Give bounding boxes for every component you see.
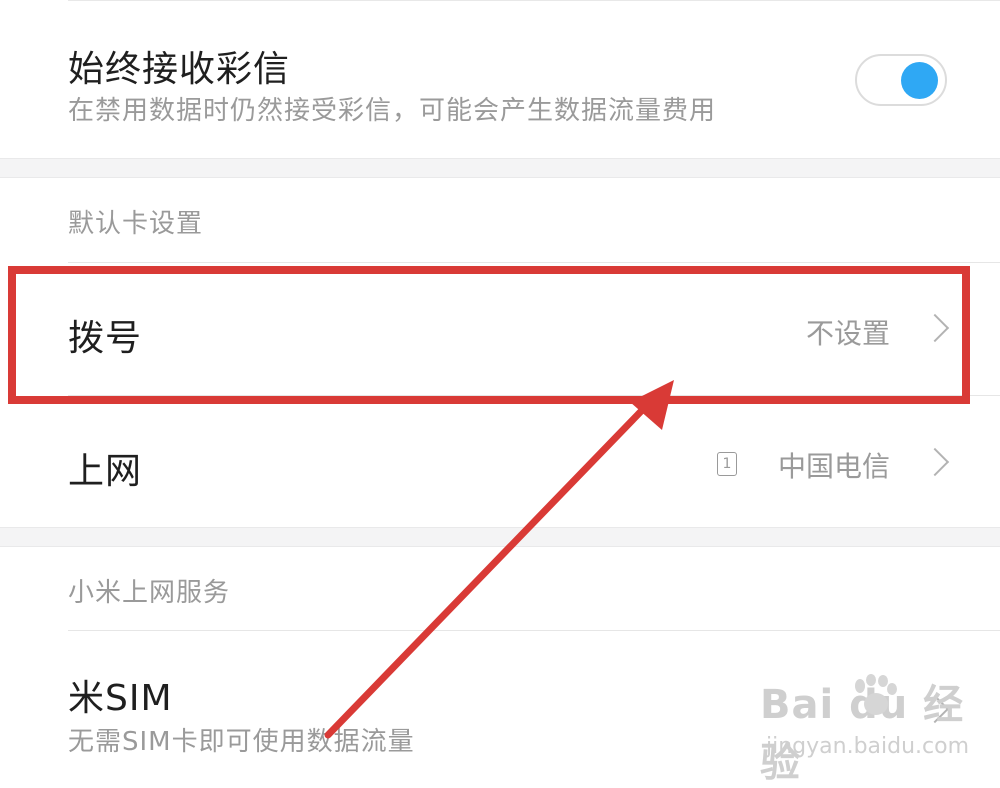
chevron-right-icon	[920, 694, 950, 724]
data-label: 上网	[68, 451, 143, 492]
section-gap	[0, 527, 1000, 547]
chevron-right-icon	[920, 447, 950, 477]
section-gap	[0, 158, 1000, 178]
mms-toggle-switch[interactable]	[855, 54, 947, 106]
misim-row[interactable]: 米SIM 无需SIM卡即可使用数据流量	[0, 631, 1000, 783]
mms-settings-section: 始终接收彩信 在禁用数据时仍然接受彩信，可能会产生数据流量费用	[0, 0, 1000, 158]
default-card-header: 默认卡设置	[68, 209, 204, 239]
toggle-knob	[901, 62, 938, 99]
dial-setting-row[interactable]: 拨号 不设置	[0, 263, 1000, 395]
mms-title: 始终接收彩信	[68, 49, 291, 90]
sim-slot-icon: 1	[717, 452, 737, 476]
misim-subtitle: 无需SIM卡即可使用数据流量	[68, 727, 415, 757]
dial-value: 不设置	[806, 317, 891, 350]
data-setting-row[interactable]: 上网 1 中国电信	[0, 396, 1000, 526]
mi-service-header: 小米上网服务	[68, 578, 231, 608]
top-divider	[68, 0, 1000, 1]
misim-label: 米SIM	[68, 678, 173, 719]
data-value: 中国电信	[778, 450, 891, 483]
dial-label: 拨号	[68, 318, 143, 359]
chevron-right-icon	[920, 313, 950, 343]
mms-subtitle: 在禁用数据时仍然接受彩信，可能会产生数据流量费用	[68, 96, 717, 126]
